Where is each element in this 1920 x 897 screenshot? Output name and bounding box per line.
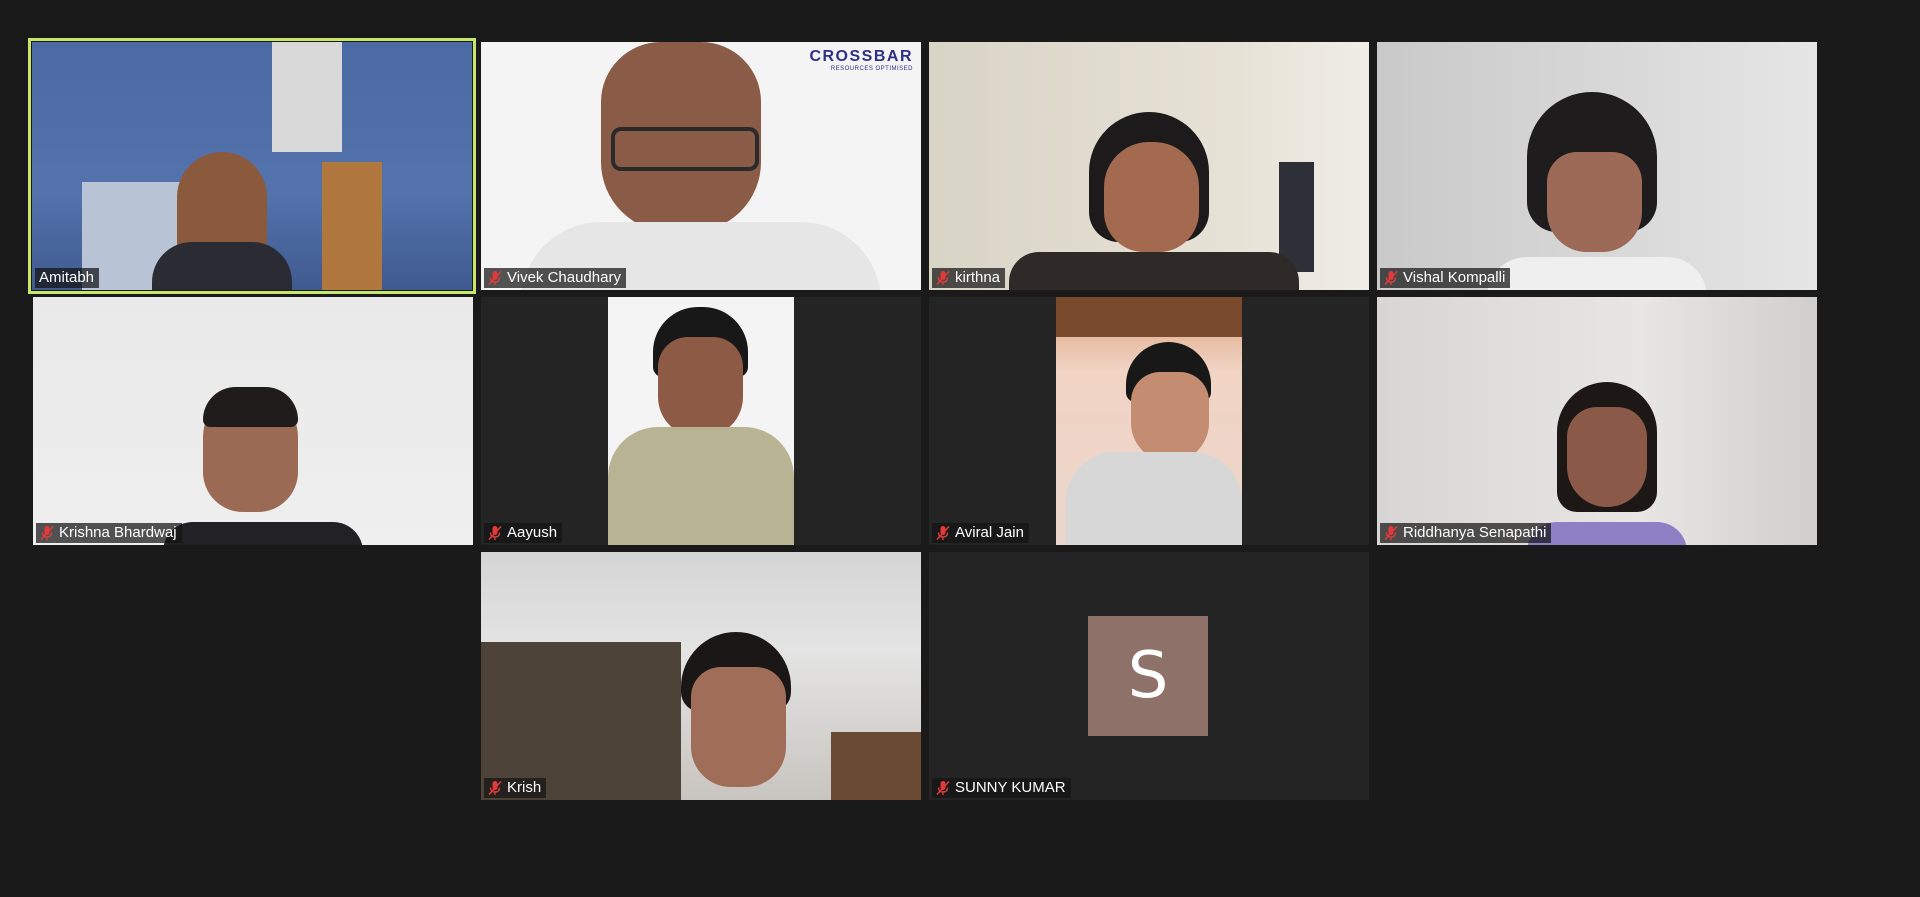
crossbar-logo: CROSSBAR RESOURCES OPTIMISED — [809, 48, 913, 72]
video-feed — [1056, 297, 1242, 545]
avatar: S — [1088, 616, 1208, 736]
video-tile-riddhanya-senapathi[interactable]: Riddhanya Senapathi — [1377, 297, 1817, 545]
video-feed — [1377, 297, 1817, 545]
video-tile-krish[interactable]: Krish — [481, 552, 921, 800]
mic-muted-icon — [1384, 525, 1398, 541]
participant-name: Vishal Kompalli — [1403, 269, 1506, 286]
mic-muted-icon — [936, 525, 950, 541]
participant-nameplate: Aviral Jain — [932, 523, 1029, 543]
video-tile-aayush[interactable]: Aayush — [481, 297, 921, 545]
video-feed — [481, 552, 921, 800]
participant-name: Riddhanya Senapathi — [1403, 524, 1547, 541]
mic-muted-icon — [488, 780, 502, 796]
participant-name: SUNNY KUMAR — [955, 779, 1066, 796]
mic-muted-icon — [488, 525, 502, 541]
video-feed: CROSSBAR RESOURCES OPTIMISED — [481, 42, 921, 290]
video-tile-vishal-kompalli[interactable]: Vishal Kompalli — [1377, 42, 1817, 290]
participant-nameplate: SUNNY KUMAR — [932, 778, 1071, 798]
mic-muted-icon — [40, 525, 54, 541]
video-tile-amitabh[interactable]: Amitabh — [28, 38, 476, 294]
participant-name: kirthna — [955, 269, 1001, 286]
video-feed — [33, 297, 473, 545]
participant-name: Krish — [507, 779, 542, 796]
participant-nameplate: Aayush — [484, 523, 563, 543]
participant-nameplate: kirthna — [932, 268, 1006, 288]
video-tile-sunny-kumar[interactable]: S SUNNY KUMAR — [929, 552, 1369, 800]
gallery-view: Amitabh CROSSBAR RESOURCES OPTIMISED Viv… — [0, 0, 1920, 897]
video-feed — [32, 42, 472, 290]
video-tile-krishna-bhardwaj[interactable]: Krishna Bhardwaj — [33, 297, 473, 545]
video-feed — [1377, 42, 1817, 290]
mic-muted-icon — [488, 270, 502, 286]
participant-nameplate: Krishna Bhardwaj — [36, 523, 182, 543]
participant-nameplate: Vivek Chaudhary — [484, 268, 626, 288]
participant-name: Aviral Jain — [955, 524, 1024, 541]
participant-name: Amitabh — [39, 269, 95, 286]
participant-name: Vivek Chaudhary — [507, 269, 621, 286]
video-tile-aviral-jain[interactable]: Aviral Jain — [929, 297, 1369, 545]
participant-nameplate: Amitabh — [35, 268, 100, 288]
participant-name: Krishna Bhardwaj — [59, 524, 177, 541]
mic-muted-icon — [936, 780, 950, 796]
mic-muted-icon — [1384, 270, 1398, 286]
participant-nameplate: Riddhanya Senapathi — [1380, 523, 1552, 543]
video-feed — [929, 42, 1369, 290]
video-tile-kirthna[interactable]: kirthna — [929, 42, 1369, 290]
participant-nameplate: Vishal Kompalli — [1380, 268, 1511, 288]
participant-name: Aayush — [507, 524, 558, 541]
video-feed — [608, 297, 794, 545]
mic-muted-icon — [936, 270, 950, 286]
participant-nameplate: Krish — [484, 778, 547, 798]
video-tile-vivek-chaudhary[interactable]: CROSSBAR RESOURCES OPTIMISED Vivek Chaud… — [481, 42, 921, 290]
